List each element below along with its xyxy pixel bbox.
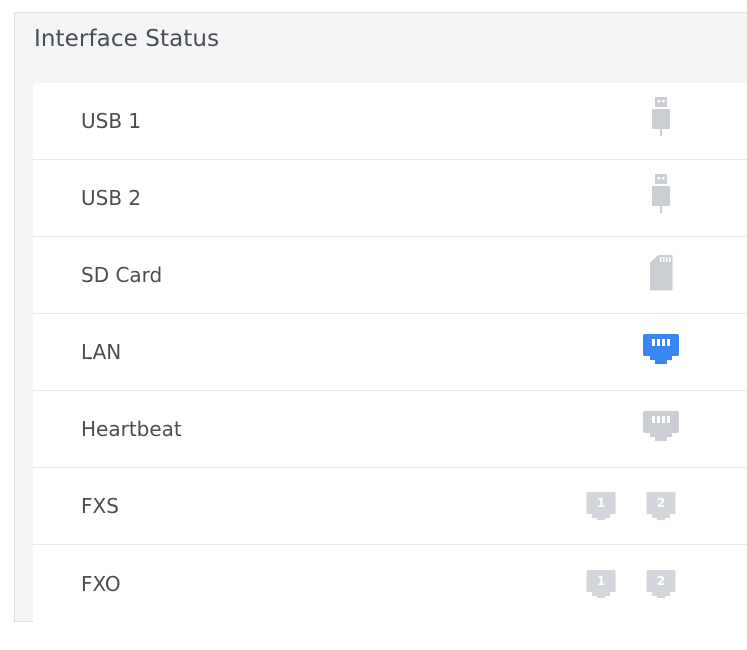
sd-card-icon — [649, 254, 673, 296]
usb-icon — [651, 173, 671, 223]
port-number: 2 — [656, 496, 666, 510]
interface-label: Heartbeat — [81, 417, 182, 441]
interface-row-usb-1: USB 1 — [33, 83, 747, 160]
panel-title: Interface Status — [34, 26, 220, 52]
ethernet-port-icon — [642, 410, 680, 448]
port-number: 2 — [656, 573, 666, 588]
interface-label: SD Card — [81, 263, 163, 287]
interface-row-lan: LAN — [33, 314, 747, 391]
interface-row-heartbeat: Heartbeat — [33, 391, 747, 468]
interface-row-fxs: FXS 1 2 — [33, 468, 747, 545]
analog-port-icon: 1 — [586, 569, 616, 599]
interface-status-panel: Interface Status USB 1 USB 2 SD Card LAN… — [14, 12, 747, 623]
interface-label: USB 2 — [81, 186, 142, 210]
port-number: 1 — [596, 573, 606, 588]
interface-list: USB 1 USB 2 SD Card LAN Heartbeat FXS 1 … — [33, 83, 747, 623]
interface-label: LAN — [81, 340, 122, 364]
usb-icon — [651, 96, 671, 146]
ethernet-port-icon — [642, 333, 680, 371]
interface-label: FXS — [81, 494, 119, 518]
interface-label: FXO — [81, 571, 121, 596]
interface-label: USB 1 — [81, 109, 142, 133]
analog-port-icon: 2 — [646, 569, 676, 599]
analog-port-icon: 1 — [586, 491, 616, 521]
analog-port-icon: 2 — [646, 491, 676, 521]
interface-row-usb-2: USB 2 — [33, 160, 747, 237]
interface-row-fxo: FXO 1 2 — [33, 545, 747, 622]
port-number: 1 — [596, 496, 606, 510]
interface-row-sd-card: SD Card — [33, 237, 747, 314]
